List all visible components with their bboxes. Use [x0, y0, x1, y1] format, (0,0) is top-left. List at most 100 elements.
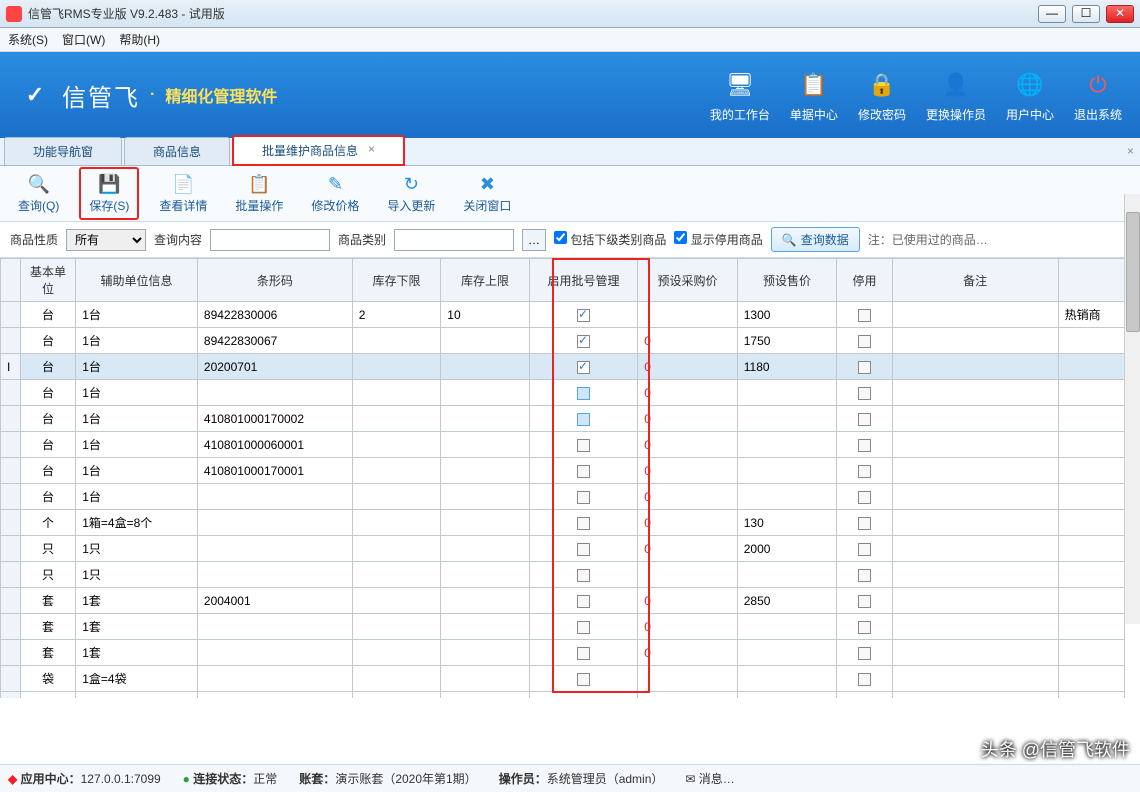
vertical-scrollbar[interactable] [1124, 194, 1140, 624]
cell-purchase-price[interactable]: 0 [638, 380, 738, 406]
cell-sale-price[interactable] [737, 458, 837, 484]
toolbar-btn-5[interactable]: ↻导入更新 [379, 169, 443, 218]
col-header[interactable]: 启用批号管理 [529, 259, 637, 302]
cell-barcode[interactable] [197, 510, 352, 536]
cell-stock-low[interactable] [352, 562, 441, 588]
cell-aux-unit[interactable]: 1只 [76, 562, 198, 588]
cell-disabled[interactable] [837, 458, 892, 484]
cell-barcode[interactable]: 410801000170002 [197, 406, 352, 432]
cell-batch-enable[interactable] [529, 692, 637, 699]
cell-purchase-price[interactable]: 0 [638, 692, 738, 699]
col-header[interactable]: 预设售价 [737, 259, 837, 302]
cell-disabled[interactable] [837, 510, 892, 536]
banner-nav-5[interactable]: ⏻退出系统 [1074, 68, 1122, 123]
cell-disabled[interactable] [837, 406, 892, 432]
cell-stock-high[interactable] [441, 666, 530, 692]
cell-barcode[interactable]: 410801000170001 [197, 458, 352, 484]
cell-batch-enable[interactable] [529, 380, 637, 406]
cell-sale-price[interactable]: 100 [737, 692, 837, 699]
col-header[interactable]: 库存上限 [441, 259, 530, 302]
cell-disabled[interactable] [837, 354, 892, 380]
cell-stock-low[interactable] [352, 354, 441, 380]
cell-stock-low[interactable] [352, 484, 441, 510]
banner-nav-1[interactable]: 📋单据中心 [790, 68, 838, 123]
cell-purchase-price[interactable]: 0 [638, 458, 738, 484]
cell-extra[interactable]: 热销商 [1058, 302, 1124, 328]
cell-unit[interactable]: 次 [20, 692, 75, 699]
cell-disabled[interactable] [837, 328, 892, 354]
cell-stock-high[interactable] [441, 328, 530, 354]
cell-sale-price[interactable] [737, 666, 837, 692]
cell-disabled[interactable] [837, 562, 892, 588]
cell-disabled[interactable] [837, 536, 892, 562]
cell-barcode[interactable]: 2004001 [197, 588, 352, 614]
cell-purchase-price[interactable] [638, 562, 738, 588]
cell-note[interactable] [892, 510, 1058, 536]
cell-barcode[interactable] [197, 484, 352, 510]
table-row[interactable]: 只1只02000 [1, 536, 1125, 562]
cell-disabled[interactable] [837, 614, 892, 640]
cat-picker-button[interactable]: … [522, 229, 546, 251]
cell-unit[interactable]: 台 [20, 380, 75, 406]
cell-unit[interactable]: 台 [20, 458, 75, 484]
cell-unit[interactable]: 套 [20, 640, 75, 666]
cell-purchase-price[interactable]: 0 [638, 536, 738, 562]
cell-stock-high[interactable] [441, 432, 530, 458]
tab-batch-maintain[interactable]: 批量维护商品信息× [232, 135, 405, 166]
cell-extra[interactable] [1058, 328, 1124, 354]
cell-aux-unit[interactable]: 1套 [76, 614, 198, 640]
cell-stock-low[interactable] [352, 536, 441, 562]
toolbar-btn-3[interactable]: 📋批量操作 [227, 169, 291, 218]
cell-disabled[interactable] [837, 380, 892, 406]
cell-barcode[interactable] [197, 692, 352, 699]
cat-input[interactable] [394, 229, 514, 251]
cell-stock-low[interactable] [352, 432, 441, 458]
cell-note[interactable] [892, 328, 1058, 354]
table-row[interactable]: 套1套200400102850 [1, 588, 1125, 614]
tab-nav[interactable]: 功能导航窗 [4, 137, 122, 165]
cell-aux-unit[interactable]: 1台 [76, 458, 198, 484]
cell-extra[interactable] [1058, 536, 1124, 562]
col-header[interactable]: 辅助单位信息 [76, 259, 198, 302]
minimize-button[interactable]: — [1038, 5, 1066, 23]
cell-disabled[interactable] [837, 640, 892, 666]
cell-aux-unit[interactable]: 1台 [76, 354, 198, 380]
cell-note[interactable] [892, 666, 1058, 692]
cell-purchase-price[interactable]: 0 [638, 640, 738, 666]
cell-sale-price[interactable] [737, 406, 837, 432]
menu-help[interactable]: 帮助(H) [119, 31, 160, 48]
cell-barcode[interactable] [197, 640, 352, 666]
cell-note[interactable] [892, 432, 1058, 458]
cell-stock-low[interactable] [352, 458, 441, 484]
tab-close-icon[interactable]: × [368, 142, 375, 156]
cell-barcode[interactable] [197, 614, 352, 640]
cell-extra[interactable] [1058, 588, 1124, 614]
cell-note[interactable] [892, 692, 1058, 699]
cell-sale-price[interactable] [737, 432, 837, 458]
cell-purchase-price[interactable] [638, 302, 738, 328]
col-header[interactable]: 条形码 [197, 259, 352, 302]
cell-barcode[interactable]: 89422830006 [197, 302, 352, 328]
cell-barcode[interactable] [197, 666, 352, 692]
cell-unit[interactable]: 只 [20, 536, 75, 562]
cell-batch-enable[interactable] [529, 432, 637, 458]
cell-aux-unit[interactable]: 1箱=4盒=8个 [76, 510, 198, 536]
cell-barcode[interactable] [197, 380, 352, 406]
chk-disabled[interactable]: 显示停用商品 [674, 231, 762, 248]
cell-stock-high[interactable] [441, 484, 530, 510]
cell-purchase-price[interactable]: 0 [638, 588, 738, 614]
toolbar-btn-1[interactable]: 💾保存(S) [79, 167, 139, 220]
cell-disabled[interactable] [837, 484, 892, 510]
cell-extra[interactable] [1058, 458, 1124, 484]
table-row[interactable]: 台1台0 [1, 484, 1125, 510]
table-row[interactable]: 次 0100 [1, 692, 1125, 699]
cell-aux-unit[interactable]: 1台 [76, 432, 198, 458]
cell-aux-unit[interactable]: 1盒=4袋 [76, 666, 198, 692]
cell-aux-unit[interactable]: 1台 [76, 302, 198, 328]
table-row[interactable]: 套1套0 [1, 640, 1125, 666]
cell-batch-enable[interactable] [529, 354, 637, 380]
cell-stock-high[interactable] [441, 510, 530, 536]
cell-sale-price[interactable] [737, 380, 837, 406]
cell-extra[interactable] [1058, 640, 1124, 666]
cell-stock-low[interactable] [352, 666, 441, 692]
